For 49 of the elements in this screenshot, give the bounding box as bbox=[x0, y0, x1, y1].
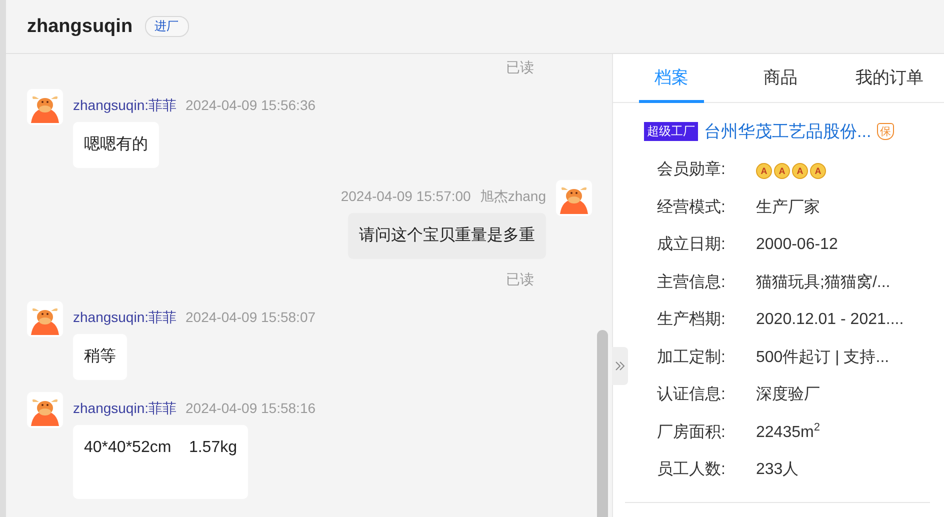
status-tag: 进厂 bbox=[144, 16, 189, 37]
factory-badge: 超级工厂 bbox=[644, 122, 698, 141]
message-time: 2024-04-09 15:56:36 bbox=[186, 96, 316, 114]
field-label: 经营模式: bbox=[657, 198, 726, 218]
message-time: 2024-04-09 15:57:00 bbox=[340, 187, 471, 205]
field-value: 233人 bbox=[756, 460, 799, 480]
field-value: 500件起订 | 支持... bbox=[756, 348, 890, 368]
sender-name: zhangsuqin:菲菲 bbox=[73, 308, 177, 326]
sender-name: zhangsuqin:菲菲 bbox=[73, 96, 177, 114]
cow-avatar-icon bbox=[27, 89, 63, 125]
field-value: 猫猫玩具;猫猫窝/... bbox=[756, 272, 890, 292]
contact-name: zhangsuqin bbox=[27, 16, 133, 38]
sender-name: zhangsuqin:菲菲 bbox=[73, 399, 177, 417]
field-label: 加工定制: bbox=[657, 348, 726, 368]
message-bubble: 请问这个宝贝重量是多重 bbox=[348, 213, 546, 259]
field-label: 员工人数: bbox=[657, 460, 726, 480]
field-label: 成立日期: bbox=[657, 234, 726, 255]
message-bubble: 40*40*52cm 1.57kg bbox=[73, 425, 248, 499]
message-bubble: 稍等 bbox=[73, 334, 127, 380]
guarantee-badge: 保 bbox=[877, 123, 894, 140]
medal-icon: A bbox=[810, 163, 826, 179]
medal-icon: A bbox=[756, 163, 772, 179]
field-label: 厂房面积: bbox=[657, 422, 726, 442]
field-label: 生产档期: bbox=[657, 310, 726, 330]
cow-avatar-icon bbox=[27, 392, 63, 428]
scrollbar-thumb[interactable] bbox=[597, 330, 608, 517]
tab[interactable]: 商品 bbox=[726, 54, 836, 103]
cow-avatar-icon bbox=[27, 301, 63, 337]
field-value: 2000-06-12 bbox=[756, 235, 838, 255]
field-label: 会员勋章: bbox=[657, 160, 726, 180]
sender-name: 旭杰zhang bbox=[480, 187, 546, 205]
double-chevron-icon bbox=[615, 361, 625, 371]
message-bubble: 嗯嗯有的 bbox=[73, 122, 159, 168]
message-time: 2024-04-09 15:58:07 bbox=[186, 308, 316, 326]
field-label: 主营信息: bbox=[657, 272, 726, 292]
field-value: 深度验厂 bbox=[756, 384, 820, 405]
read-status: 已读 bbox=[506, 271, 534, 287]
read-status: 已读 bbox=[506, 59, 534, 75]
field-value: 2020.12.01 - 2021.... bbox=[756, 310, 904, 330]
message-time: 2024-04-09 15:58:16 bbox=[186, 399, 316, 417]
tab[interactable]: 我的订单 bbox=[835, 54, 944, 103]
collapse-button[interactable] bbox=[612, 347, 628, 385]
field-label: 认证信息: bbox=[657, 385, 726, 405]
field-value: 22435m$^{2}$ bbox=[756, 422, 820, 442]
medal-icon: A bbox=[792, 163, 808, 179]
field-value: 生产厂家 bbox=[756, 198, 820, 218]
medal-icon: A bbox=[774, 163, 790, 179]
cow-avatar-icon bbox=[556, 180, 592, 216]
company-link[interactable]: 台州华茂工艺品股份... bbox=[704, 120, 872, 143]
